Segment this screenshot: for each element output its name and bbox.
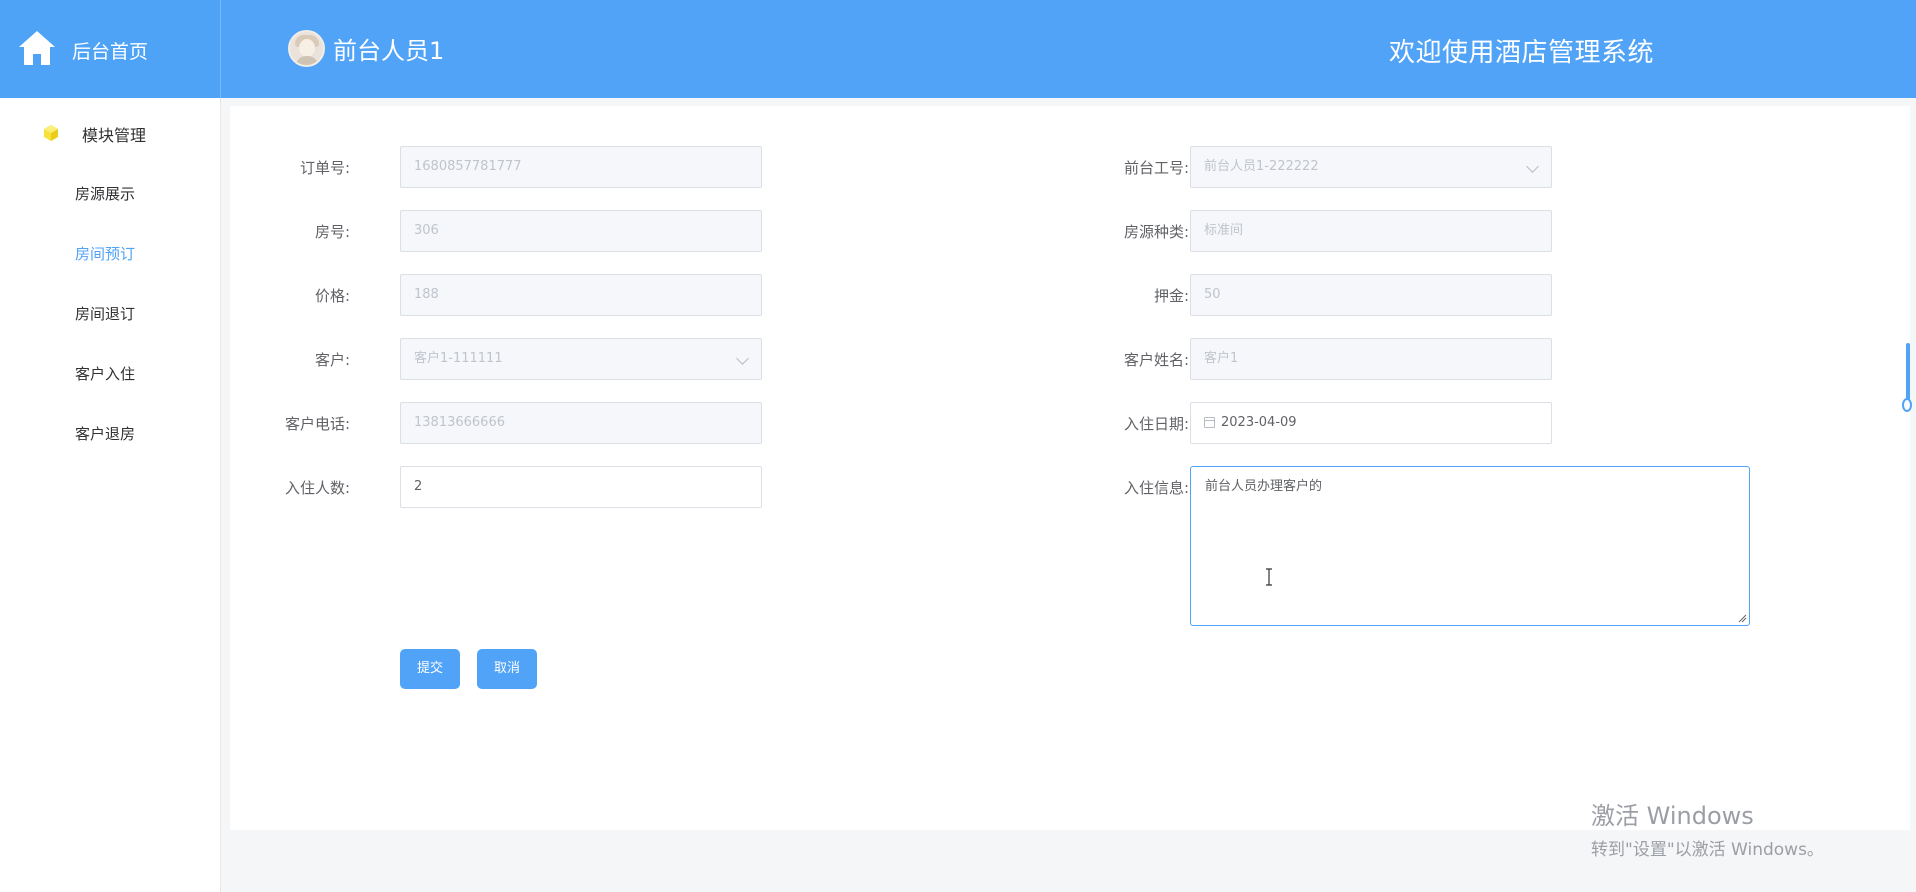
sidebar-item-checkin[interactable]: 客户入住 <box>0 354 210 394</box>
customer-phone-field[interactable]: 13813666666 <box>400 402 762 444</box>
staff-no-select[interactable]: 前台人员1-222222 <box>1190 146 1552 188</box>
windows-activation-watermark: 激活 Windows 转到"设置"以激活 Windows。 <box>1591 796 1824 860</box>
watermark-line1: 激活 Windows <box>1591 802 1754 830</box>
sidebar-item-room-cancel[interactable]: 房间退订 <box>0 294 210 334</box>
watermark-line2: 转到"设置"以激活 Windows。 <box>1591 840 1824 860</box>
booking-form: 订单号: 1680857781777 房号: 306 价格: 188 客户: 客… <box>230 106 1910 830</box>
app-root: 后台首页 前台人员1 欢迎使用酒店管理系统 模块管理 房源展示 房间预订 房间退… <box>0 0 1916 892</box>
checkin-info-value: 前台人员办理客户的 <box>1205 479 1323 494</box>
guest-count-field[interactable]: 2 <box>400 466 762 508</box>
staff-no-select-value: 前台人员1-222222 <box>1204 159 1319 174</box>
customer-name-field[interactable]: 客户1 <box>1190 338 1552 380</box>
sidebar-group-label: 模块管理 <box>82 126 147 145</box>
price-field[interactable]: 188 <box>400 274 762 316</box>
deposit-field[interactable]: 50 <box>1190 274 1552 316</box>
checkin-date-value: 2023-04-09 <box>1221 415 1297 430</box>
room-type-field[interactable]: 标准间 <box>1190 210 1552 252</box>
cancel-button[interactable]: 取消 <box>477 649 537 689</box>
welcome-title: 欢迎使用酒店管理系统 <box>1389 38 1655 68</box>
avatar[interactable] <box>288 29 325 67</box>
sidebar-group-module[interactable]: 模块管理 <box>0 116 221 150</box>
customer-phone-label: 客户电话: <box>284 415 350 433</box>
guest-count-label: 入住人数: <box>284 479 350 497</box>
user-name: 前台人员1 <box>333 36 445 65</box>
checkin-info-label: 入住信息: <box>1123 479 1189 497</box>
staff-no-label: 前台工号: <box>1123 159 1189 177</box>
price-label: 价格: <box>314 287 350 305</box>
deposit-label: 押金: <box>1153 287 1189 305</box>
sidebar-item-room-display[interactable]: 房源展示 <box>0 174 210 214</box>
sidebar-item-room-booking[interactable]: 房间预订 <box>0 234 210 274</box>
scrollbar-thumb[interactable] <box>1902 398 1912 412</box>
text-cursor-icon <box>1266 568 1272 586</box>
order-no-label: 订单号: <box>299 159 350 177</box>
checkin-date-label: 入住日期: <box>1123 415 1189 433</box>
page-scrollbar[interactable] <box>1901 343 1914 415</box>
customer-name-label: 客户姓名: <box>1123 351 1189 369</box>
sidebar: 模块管理 房源展示 房间预订 房间退订 客户入住 客户退房 <box>0 98 221 892</box>
customer-select[interactable]: 客户1-111111 <box>400 338 762 380</box>
customer-label: 客户: <box>314 351 350 369</box>
room-no-label: 房号: <box>314 223 350 241</box>
resize-handle-icon[interactable] <box>1737 613 1747 623</box>
home-label: 后台首页 <box>72 41 149 63</box>
submit-button[interactable]: 提交 <box>400 649 460 689</box>
user-info[interactable]: 前台人员1 <box>288 26 444 70</box>
chevron-down-icon <box>1526 160 1539 173</box>
chevron-down-icon <box>736 352 749 365</box>
home-link[interactable]: 后台首页 <box>0 0 221 98</box>
cube-icon <box>44 125 58 141</box>
customer-select-value: 客户1-111111 <box>414 351 503 366</box>
top-header: 后台首页 前台人员1 欢迎使用酒店管理系统 <box>0 0 1916 98</box>
sidebar-item-checkout[interactable]: 客户退房 <box>0 414 210 454</box>
home-icon <box>19 31 55 65</box>
calendar-icon <box>1204 417 1215 428</box>
checkin-date-picker[interactable]: 2023-04-09 <box>1190 402 1552 444</box>
room-type-label: 房源种类: <box>1123 223 1189 241</box>
checkin-info-textarea[interactable]: 前台人员办理客户的 <box>1190 466 1750 626</box>
room-no-field[interactable]: 306 <box>400 210 762 252</box>
order-no-field[interactable]: 1680857781777 <box>400 146 762 188</box>
